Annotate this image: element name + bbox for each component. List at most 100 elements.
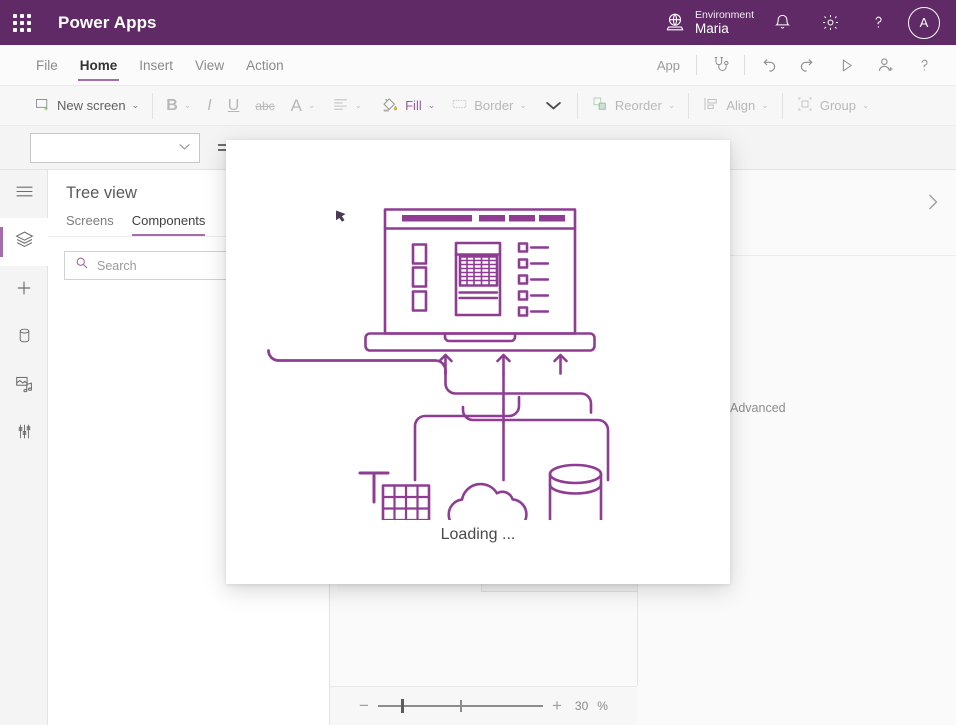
chevron-down-icon: ⌄ [861, 100, 870, 110]
fill-button[interactable]: Fill ⌄ [370, 91, 443, 121]
new-screen-button[interactable]: New screen ⌄ [26, 91, 147, 121]
app-data-sources-illustration [226, 140, 730, 537]
border-button[interactable]: Border ⌄ [443, 91, 535, 121]
mouse-cursor-icon [336, 210, 346, 222]
media-icon [14, 374, 35, 398]
align-left-icon [332, 97, 349, 114]
tab-components[interactable]: Components [131, 213, 205, 236]
italic-label: I [207, 96, 212, 114]
divider [688, 92, 690, 119]
underline-button[interactable]: U [220, 91, 248, 121]
menu-item-action[interactable]: Action [236, 47, 294, 83]
menu-item-home[interactable]: Home [70, 47, 128, 83]
environment-globe-icon [664, 11, 686, 33]
chevron-down-icon: ⌄ [131, 100, 140, 110]
strikethrough-button[interactable]: abc [247, 91, 282, 121]
divider [152, 92, 154, 119]
align-text-button[interactable]: ⌄ [324, 91, 371, 121]
bell-icon[interactable] [758, 0, 806, 45]
app-scope-label[interactable]: App [645, 58, 692, 73]
plus-icon [14, 278, 34, 303]
app-launcher-waffle-icon[interactable] [0, 0, 44, 45]
brand-title: Power Apps [58, 12, 157, 32]
zoom-in-button[interactable]: + [552, 696, 562, 716]
header-actions: A [758, 0, 946, 45]
menu-item-view[interactable]: View [185, 47, 234, 83]
rail-item-media[interactable] [0, 362, 48, 410]
hamburger-icon [15, 184, 34, 204]
paint-bucket-icon [380, 95, 399, 117]
rail-item-advanced-tools[interactable] [0, 410, 48, 458]
menu-item-insert[interactable]: Insert [129, 47, 183, 83]
ribbon-group-text: B ⌄ I U abc A ⌄ ⌄ [158, 86, 370, 126]
stethoscope-icon[interactable] [701, 45, 740, 86]
zoom-out-button[interactable]: − [359, 696, 369, 716]
divider [744, 55, 745, 75]
play-triangle-icon[interactable] [827, 45, 866, 86]
ribbon-group-arrange: Reorder ⌄ Align ⌄ Group ⌄ [583, 86, 878, 126]
environment-selector[interactable]: Environment Maria [664, 9, 754, 37]
new-screen-icon [34, 96, 51, 116]
chevron-down-icon: ⌄ [354, 100, 363, 110]
menu-bar-actions: App [645, 45, 956, 86]
reorder-label: Reorder [614, 98, 662, 113]
menu-item-file[interactable]: File [26, 47, 68, 83]
ribbon-toolbar: New screen ⌄ B ⌄ I U abc A ⌄ ⌄ Fill ⌄ Bo… [0, 86, 956, 126]
align-objects-button[interactable]: Align ⌄ [694, 91, 776, 121]
group-icon [796, 95, 814, 116]
underline-label: U [227, 96, 240, 114]
zoom-slider-tick [460, 700, 463, 712]
font-color-label: A [290, 95, 303, 115]
loading-modal: Loading ... [226, 140, 730, 584]
divider [696, 55, 697, 75]
fill-label: Fill [405, 98, 422, 113]
environment-name: Maria [695, 20, 729, 36]
gear-icon[interactable] [806, 0, 854, 45]
bold-label: B [166, 96, 178, 114]
ribbon-expand-button[interactable] [535, 100, 572, 111]
question-mark-icon[interactable] [854, 0, 902, 45]
rail-item-insert[interactable] [0, 266, 48, 314]
ribbon-group-screen: New screen ⌄ [0, 86, 147, 126]
zoom-bar-filler [637, 686, 956, 725]
rail-item-hamburger-menu[interactable] [0, 170, 48, 218]
zoom-value: 30 [574, 699, 589, 713]
bold-button[interactable]: B ⌄ [158, 91, 199, 121]
top-header-bar: Power Apps Environment Maria A [0, 0, 956, 45]
tab-advanced[interactable]: Advanced [730, 401, 786, 415]
question-mark-icon[interactable] [905, 45, 944, 86]
italic-button[interactable]: I [199, 91, 219, 121]
strikethrough-label: abc [255, 98, 275, 113]
align-objects-icon [702, 95, 720, 116]
group-button[interactable]: Group ⌄ [788, 91, 878, 121]
chevron-down-icon: ⌄ [183, 100, 192, 110]
avatar[interactable]: A [908, 6, 940, 39]
tab-screens[interactable]: Screens [66, 213, 114, 236]
chevron-down-icon [178, 142, 191, 154]
chevron-down-icon: ⌄ [519, 100, 527, 110]
font-color-button[interactable]: A ⌄ [283, 91, 324, 121]
border-label: Border [474, 98, 514, 113]
zoom-slider[interactable] [377, 699, 543, 713]
property-select[interactable] [30, 132, 200, 163]
person-add-icon[interactable] [866, 45, 905, 86]
layers-icon [14, 229, 35, 255]
power-apps-studio: Power Apps Environment Maria A File Home… [0, 0, 956, 725]
ribbon-group-fill: Fill ⌄ Border ⌄ [370, 86, 572, 126]
divider [576, 92, 578, 119]
reorder-icon [591, 95, 609, 116]
sliders-icon [15, 422, 34, 446]
undo-arrow-icon[interactable] [749, 45, 788, 86]
reorder-button[interactable]: Reorder ⌄ [583, 91, 684, 121]
chevron-right-icon[interactable] [926, 192, 940, 215]
environment-label: Environment [695, 8, 754, 21]
search-placeholder: Search [97, 258, 137, 273]
rail-item-data[interactable] [0, 314, 48, 362]
chevron-down-icon: ⌄ [667, 100, 676, 110]
menu-bar: File Home Insert View Action App [0, 45, 956, 86]
loading-text: Loading ... [440, 526, 516, 543]
chevron-down-icon: ⌄ [427, 100, 436, 110]
zoom-slider-thumb[interactable] [401, 699, 405, 713]
rail-item-tree-view[interactable] [0, 218, 48, 266]
redo-arrow-icon[interactable] [788, 45, 827, 86]
